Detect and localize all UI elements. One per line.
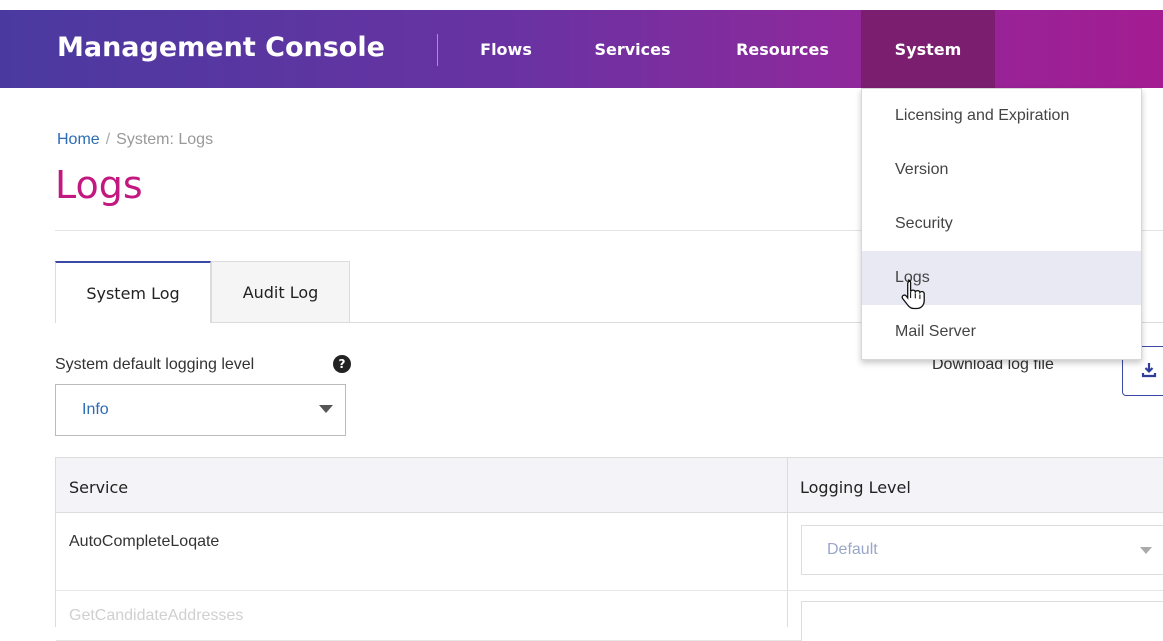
nav-flows[interactable]: Flows [461, 10, 551, 88]
service-name-cell: GetCandidateAddresses [69, 607, 244, 624]
default-logging-level-select[interactable]: Info [55, 384, 346, 436]
table-row: GetCandidateAddresses [56, 591, 1163, 641]
top-strip [0, 0, 1163, 10]
app-title: Management Console [57, 32, 385, 63]
logging-level-select[interactable]: Default [801, 525, 1163, 575]
tab-audit-log[interactable]: Audit Log [211, 261, 350, 323]
question-circle-icon[interactable]: ? [333, 355, 351, 373]
breadcrumb: Home / System: Logs [57, 131, 213, 149]
services-logging-table: Service Logging Level AutoCompleteLoqate… [55, 457, 1163, 641]
top-navigation-bar: Management Console Flows Services Resour… [0, 10, 1163, 88]
logging-level-value: Default [827, 541, 878, 558]
default-logging-level-value: Info [82, 401, 109, 418]
breadcrumb-separator: / [105, 131, 111, 148]
nav-services[interactable]: Services [580, 10, 685, 88]
hand-pointer-icon [901, 279, 925, 310]
breadcrumb-current: System: Logs [116, 131, 214, 148]
caret-down-icon [1140, 547, 1152, 554]
tab-system-log[interactable]: System Log [55, 261, 211, 323]
nav-resources[interactable]: Resources [720, 10, 845, 88]
nav-system[interactable]: System [861, 10, 995, 88]
column-header-service[interactable]: Service [69, 478, 128, 497]
page-title: Logs [55, 163, 143, 207]
download-icon [1141, 363, 1157, 378]
brand-divider [437, 34, 438, 66]
system-dropdown-menu: Licensing and Expiration Version Securit… [861, 88, 1142, 360]
table-row: AutoCompleteLoqate Default [56, 513, 1163, 591]
default-logging-level-label: System default logging level [55, 356, 255, 373]
column-header-logging-level[interactable]: Logging Level [800, 478, 911, 497]
breadcrumb-home-link[interactable]: Home [57, 131, 100, 148]
table-header: Service Logging Level [56, 457, 1163, 513]
menu-item-version[interactable]: Version [862, 143, 1141, 197]
service-name-cell: AutoCompleteLoqate [69, 533, 220, 550]
menu-item-mail-server[interactable]: Mail Server [862, 305, 1141, 359]
menu-item-security[interactable]: Security [862, 197, 1141, 251]
logging-level-select[interactable] [801, 601, 1163, 641]
caret-down-icon [319, 405, 333, 413]
menu-item-licensing[interactable]: Licensing and Expiration [862, 89, 1141, 143]
